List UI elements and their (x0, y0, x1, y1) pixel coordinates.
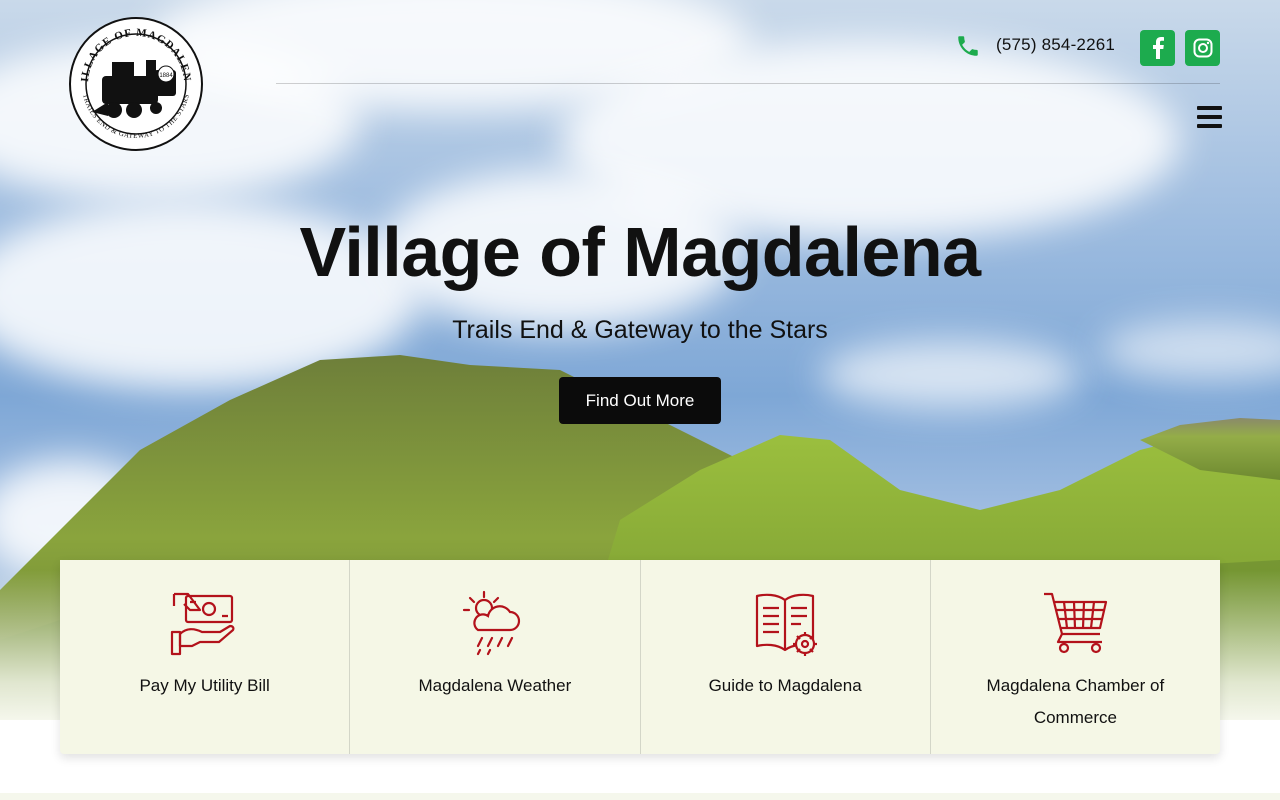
find-out-more-button[interactable]: Find Out More (559, 377, 721, 424)
instagram-button[interactable] (1185, 30, 1220, 66)
quick-link-guide[interactable]: Guide to Magdalena (641, 560, 931, 754)
facebook-icon (1152, 37, 1164, 59)
weather-icon (460, 588, 520, 656)
phone-icon (958, 36, 978, 56)
money-hand-icon (170, 592, 235, 656)
quick-links: Pay My Utility Bill Magdalena Weather Gu… (60, 560, 1220, 754)
hero-subtitle: Trails End & Gateway to the Stars (452, 316, 828, 344)
quick-link-weather[interactable]: Magdalena Weather (350, 560, 641, 754)
shopping-cart-icon (1044, 592, 1108, 654)
quick-link-chamber[interactable]: Magdalena Chamber of Commerce (931, 560, 1220, 754)
header-divider (276, 83, 1220, 84)
book-gear-icon (756, 593, 818, 656)
card-label: Pay My Utility Bill (139, 676, 270, 695)
logo-year: 1884 (159, 73, 173, 79)
phone-number[interactable]: (575) 854-2261 (996, 35, 1115, 55)
facebook-button[interactable] (1140, 30, 1175, 66)
hamburger-icon[interactable] (1197, 106, 1222, 132)
village-logo[interactable]: VILLAGE OF MAGDALENA TRAILS END & GATEWA… (68, 16, 204, 152)
card-label: Magdalena Chamber of Commerce (986, 676, 1165, 727)
card-label: Magdalena Weather (418, 676, 572, 695)
card-label: Guide to Magdalena (708, 676, 862, 695)
section-divider (0, 793, 1280, 800)
hero-title: Village of Magdalena (299, 213, 981, 291)
instagram-icon (1193, 38, 1212, 58)
quick-link-utility-bill[interactable]: Pay My Utility Bill (60, 560, 351, 754)
